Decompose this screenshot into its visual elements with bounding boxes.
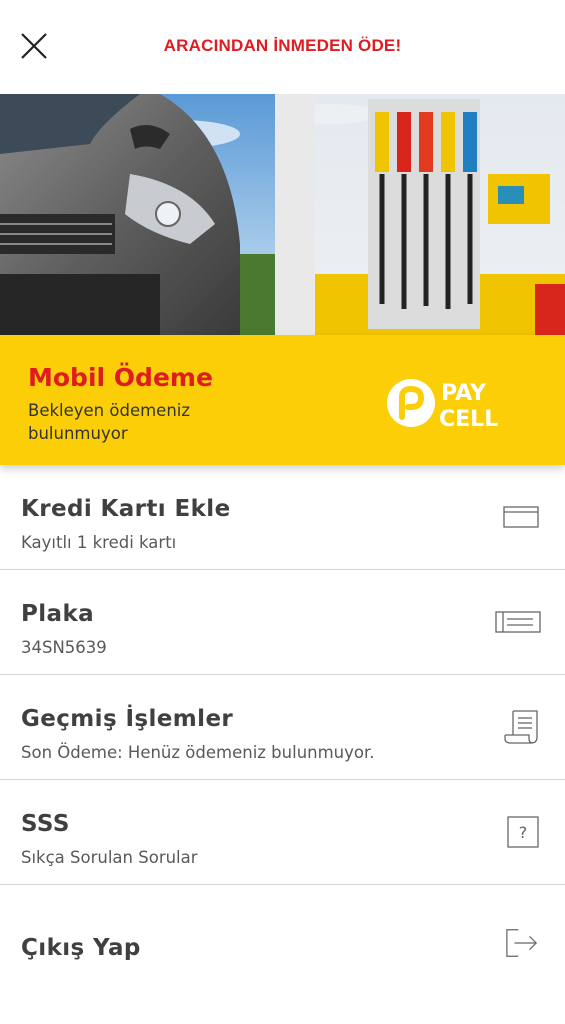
paycell-cell-text: CELL (439, 407, 498, 431)
menu-item-title: Plaka (21, 601, 95, 627)
paycell-pay-text: PAY (441, 381, 487, 406)
question-icon: ? (507, 816, 539, 848)
banner-subtitle: Bekleyen ödemeniz bulunmuyor (28, 401, 191, 443)
receipt-icon (504, 710, 538, 744)
mobile-payment-banner[interactable]: Mobil Ödeme Bekleyen ödemeniz bulunmuyor… (0, 335, 565, 465)
menu-item-faq[interactable]: SSS Sıkça Sorulan Sorular ? (0, 780, 565, 885)
menu-item-subtitle: 34SN5639 (21, 638, 107, 657)
menu-item-subtitle: Kayıtlı 1 kredi kartı (21, 533, 177, 552)
credit-card-icon (503, 506, 539, 528)
banner-title: Mobil Ödeme (28, 363, 213, 392)
menu-item-history[interactable]: Geçmiş İşlemler Son Ödeme: Henüz ödemeni… (0, 675, 565, 780)
license-plate-icon (495, 611, 541, 633)
menu-list: Kredi Kartı Ekle Kayıtlı 1 kredi kartı P… (0, 465, 565, 989)
menu-item-subtitle: Son Ödeme: Henüz ödemeniz bulunmuyor. (21, 743, 375, 762)
menu-item-subtitle: Sıkça Sorulan Sorular (21, 848, 198, 867)
paycell-logo: PAY CELL (387, 379, 498, 431)
hero-image (0, 94, 565, 335)
menu-item-logout[interactable]: Çıkış Yap (0, 885, 565, 989)
menu-item-title: Kredi Kartı Ekle (21, 496, 231, 522)
menu-item-title: SSS (21, 811, 70, 837)
menu-item-plate[interactable]: Plaka 34SN5639 (0, 570, 565, 675)
svg-text:?: ? (519, 823, 528, 842)
menu-item-title: Geçmiş İşlemler (21, 706, 234, 732)
menu-item-title: Çıkış Yap (21, 935, 141, 961)
menu-item-add-credit-card[interactable]: Kredi Kartı Ekle Kayıtlı 1 kredi kartı (0, 465, 565, 570)
logout-icon (506, 929, 538, 957)
page-title: ARACINDAN İNMEDEN ÖDE! (163, 36, 402, 55)
top-bar: ARACINDAN İNMEDEN ÖDE! (0, 0, 565, 94)
